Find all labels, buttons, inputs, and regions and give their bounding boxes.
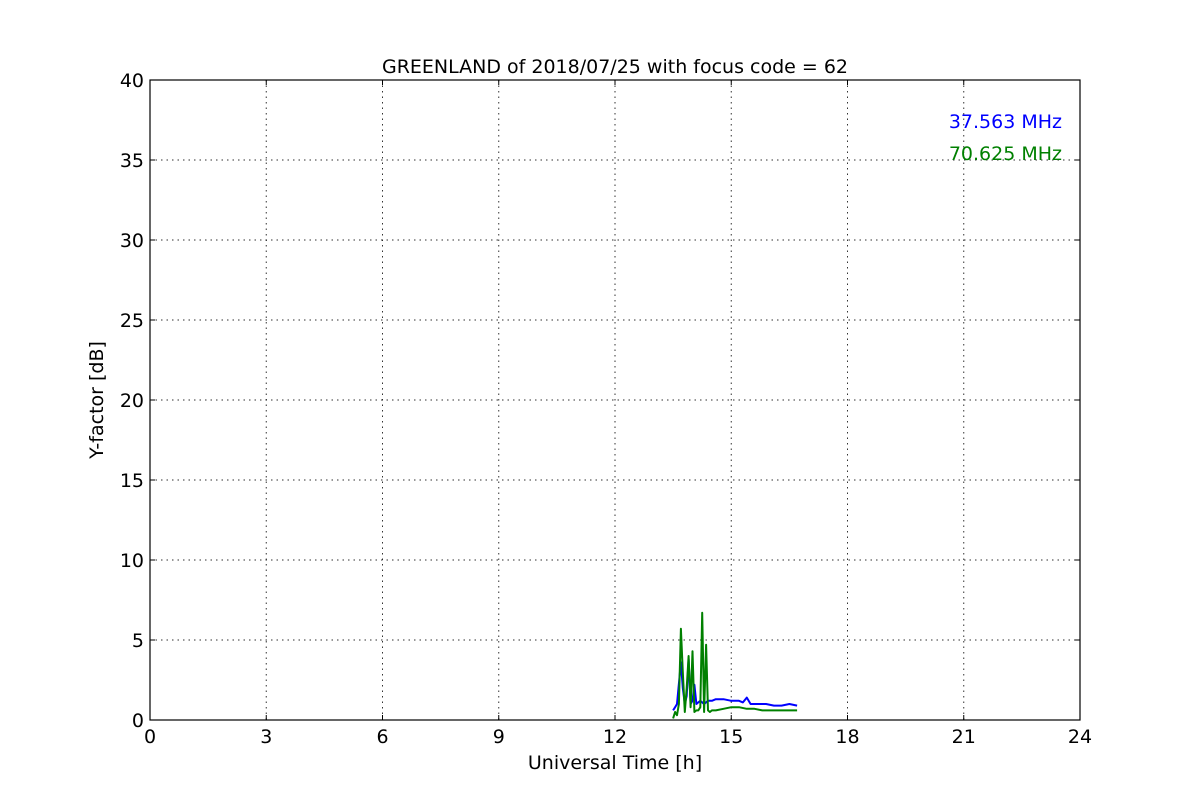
x-tick-label: 24 bbox=[1068, 726, 1092, 748]
grid bbox=[149, 79, 1081, 721]
series-line-1 bbox=[672, 611, 798, 719]
x-tick-label: 0 bbox=[144, 726, 156, 748]
legend-entry-1: 70.625 MHz bbox=[949, 143, 1062, 165]
chart-title: GREENLAND of 2018/07/25 with focus code … bbox=[382, 56, 848, 78]
y-tick-label: 20 bbox=[120, 390, 144, 412]
y-tick-label: 35 bbox=[120, 150, 144, 172]
y-tick-label: 5 bbox=[132, 630, 144, 652]
series-layer bbox=[672, 611, 798, 719]
x-tick-label: 15 bbox=[719, 726, 743, 748]
x-axis-label: Universal Time [h] bbox=[528, 752, 702, 774]
x-tick-label: 9 bbox=[493, 726, 505, 748]
x-tick-label: 21 bbox=[952, 726, 976, 748]
y-tick-label: 30 bbox=[120, 230, 144, 252]
y-tick-label: 15 bbox=[120, 470, 144, 492]
x-tick-label: 3 bbox=[260, 726, 272, 748]
y-tick-label: 25 bbox=[120, 310, 144, 332]
y-tick-label: 40 bbox=[120, 70, 144, 92]
legend-entry-0: 37.563 MHz bbox=[949, 111, 1062, 133]
x-tick-label: 18 bbox=[835, 726, 859, 748]
x-tick-label: 6 bbox=[376, 726, 388, 748]
chart: GREENLAND of 2018/07/25 with focus code … bbox=[86, 56, 1092, 774]
y-tick-label: 10 bbox=[120, 550, 144, 572]
x-tick-label: 12 bbox=[603, 726, 627, 748]
y-tick-label: 0 bbox=[132, 710, 144, 732]
y-axis-label: Y-factor [dB] bbox=[86, 341, 108, 460]
legend: 37.563 MHz 70.625 MHz bbox=[949, 111, 1062, 165]
ticks: 0 3 6 9 12 15 18 21 24 0 5 10 15 20 25 30 35 40 bbox=[120, 70, 1092, 748]
